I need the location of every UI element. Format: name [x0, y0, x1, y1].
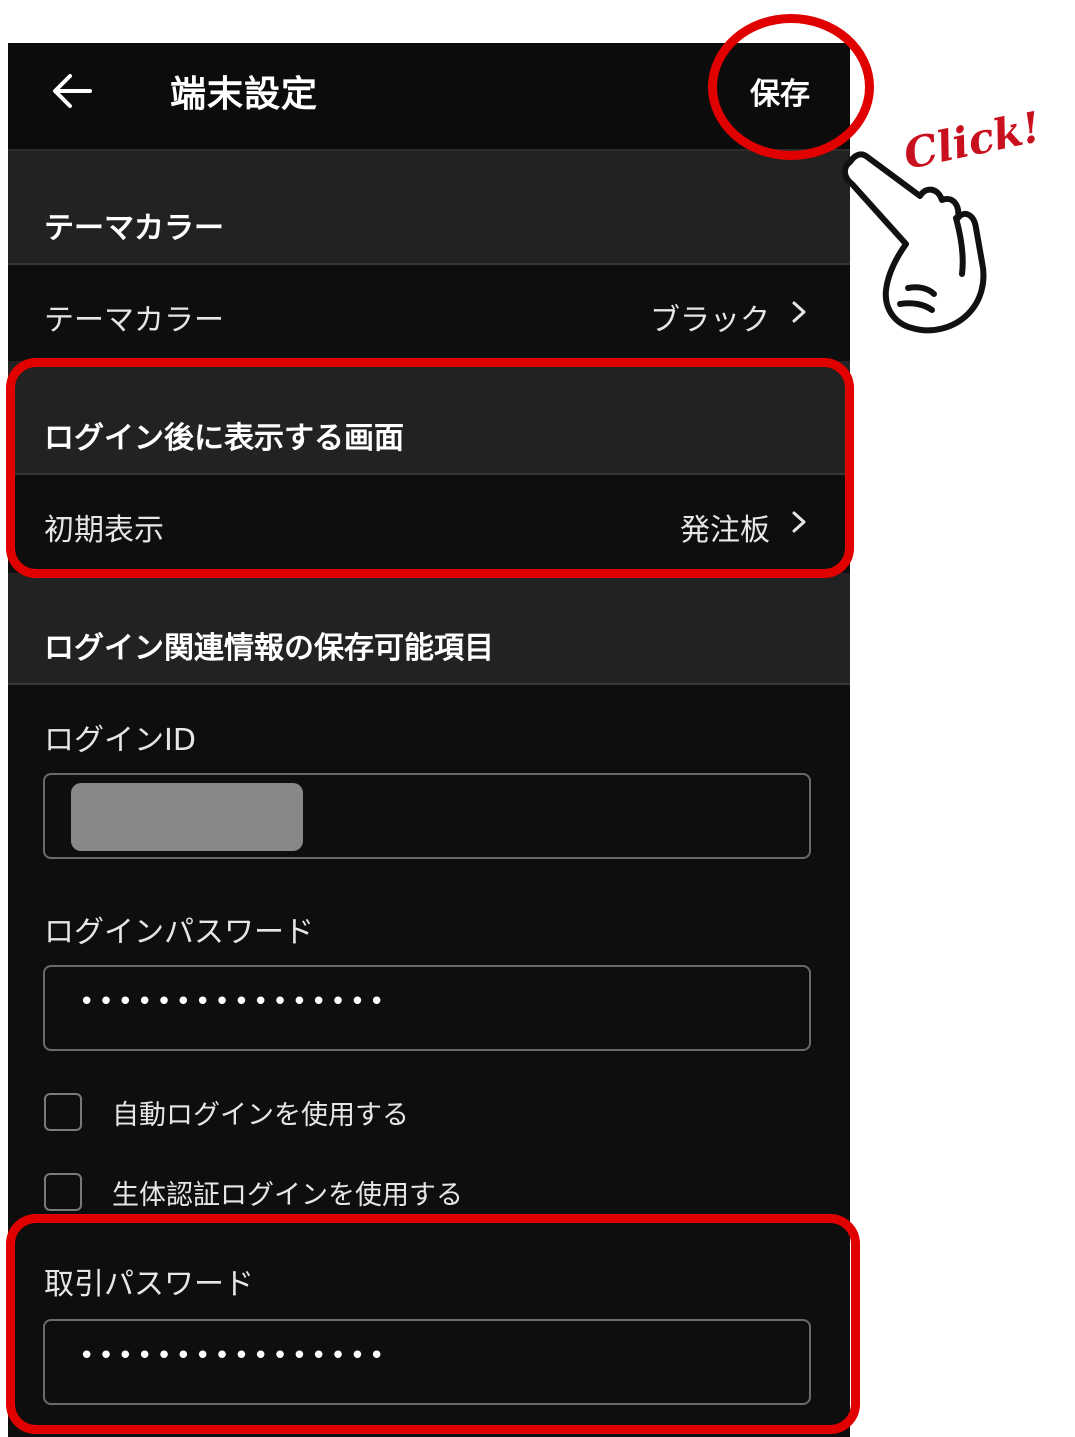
auto-login-checkbox[interactable] [44, 1093, 82, 1131]
arrow-left-icon[interactable] [50, 69, 94, 113]
theme-color-row[interactable]: テーマカラー ブラック [8, 265, 850, 359]
section-header-login-info: ログイン関連情報の保存可能項目 [8, 573, 850, 685]
save-highlight-circle [708, 14, 874, 160]
page-title: 端末設定 [170, 74, 319, 115]
trade-password-highlight [6, 1214, 860, 1434]
bio-login-checkbox[interactable] [44, 1173, 82, 1211]
after-login-highlight [6, 358, 854, 578]
login-id-label: ログインID [44, 723, 196, 758]
section-title-theme: テーマカラー [44, 211, 224, 246]
login-id-field[interactable] [43, 773, 811, 859]
theme-color-label: テーマカラー [44, 303, 224, 338]
auto-login-label: 自動ログインを使用する [112, 1100, 409, 1131]
section-header-theme: テーマカラー [8, 151, 850, 265]
masked-login-id [71, 783, 303, 851]
bio-login-label: 生体認証ログインを使用する [112, 1180, 463, 1211]
login-password-value: •••••••••••••••• [79, 987, 389, 1017]
chevron-right-icon [792, 301, 806, 323]
login-password-field[interactable]: •••••••••••••••• [43, 965, 811, 1051]
theme-color-value: ブラック [650, 303, 770, 338]
pointing-hand-icon [842, 151, 987, 334]
section-title-login-info: ログイン関連情報の保存可能項目 [44, 631, 494, 666]
login-password-label: ログインパスワード [44, 915, 314, 950]
